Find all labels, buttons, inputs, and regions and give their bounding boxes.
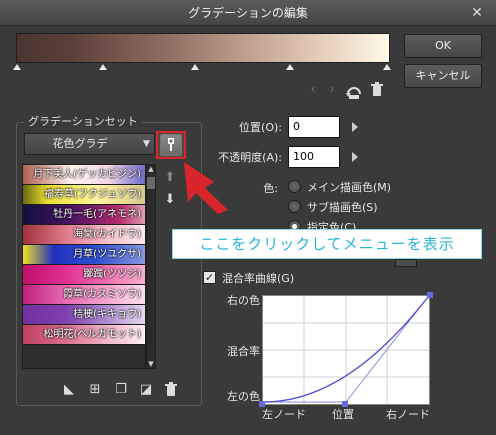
blend-curve-graph[interactable] (262, 295, 430, 405)
gradient-stop-marker[interactable] (13, 64, 21, 70)
reverse-gradient-icon[interactable] (345, 82, 363, 100)
gradient-preview[interactable] (16, 33, 390, 63)
gradient-stop-marker[interactable] (383, 64, 391, 70)
list-item-label: 桔梗(キキョウ) (73, 309, 141, 320)
opacity-field[interactable]: 100 (288, 146, 340, 168)
list-item[interactable]: 月草(ツユクサ) (23, 245, 145, 265)
curve-mid-label: 混合率 (227, 345, 260, 358)
wrench-icon[interactable] (160, 134, 182, 156)
trash-icon[interactable] (164, 382, 178, 398)
scrollbar-thumb[interactable] (147, 177, 155, 189)
list-item-label: 月草(ツユクサ) (73, 249, 141, 260)
gradient-list[interactable]: 月下美人(ゲッカビジン) 福寿草(フクジュソウ) 牡丹一毛(アネモネ) 海棠(カ… (22, 164, 146, 369)
blend-curve-checkbox[interactable]: ✓ (203, 271, 216, 284)
position-label: 位置(O): (239, 121, 282, 134)
scroll-up-icon[interactable]: ▲ (147, 165, 155, 173)
opacity-label: 不透明度(A): (218, 151, 282, 164)
curve-x-mid-label: 位置 (332, 408, 354, 421)
list-item-label: 月下美人(ゲッカビジン) (33, 169, 141, 180)
gradient-stop-marker[interactable] (99, 64, 107, 70)
new-set-icon[interactable]: ◪ (138, 382, 154, 398)
gradient-set-selected: 花色グラデ (52, 137, 108, 150)
gradient-stop-marker[interactable] (191, 64, 199, 70)
position-arrow-icon[interactable] (352, 122, 358, 132)
list-item-label: 海棠(カイドウ) (73, 229, 141, 240)
gradient-set-label: グラデーションセット (24, 115, 142, 129)
opacity-arrow-icon[interactable] (352, 152, 358, 162)
ok-button[interactable]: OK (404, 34, 482, 58)
pointer-arrow-icon (184, 162, 228, 214)
color-swatch-edge[interactable] (395, 259, 417, 267)
list-item-label: 牡丹一毛(アネモネ) (53, 209, 141, 220)
list-item-label: 霞草(カスミソウ) (63, 289, 141, 300)
radio-sub-color[interactable] (288, 200, 301, 213)
curve-x-left-label: 左ノード (262, 408, 306, 421)
color-label: 色: (263, 182, 278, 195)
curve-x-right-label: 右ノード (386, 408, 430, 421)
blend-curve-label[interactable]: 混合率曲線(G) (222, 270, 294, 286)
list-item-label: 松明花(ベルガモット) (43, 329, 141, 340)
curve-bottom-label: 左の色 (227, 390, 260, 403)
list-item[interactable]: 牡丹一毛(アネモネ) (23, 205, 145, 225)
move-up-icon[interactable]: ⬆ (161, 170, 179, 186)
list-item[interactable]: 霞草(カスミソウ) (23, 285, 145, 305)
chevron-down-icon: ▼ (143, 139, 150, 149)
radio-main-color[interactable] (288, 180, 301, 193)
list-item[interactable]: 松明花(ベルガモット) (23, 325, 145, 345)
chevron-left-icon[interactable]: ‹ (306, 82, 320, 96)
scroll-down-icon[interactable]: ▼ (147, 360, 155, 368)
add-gradient-icon[interactable]: ◣ (61, 382, 77, 398)
move-down-icon[interactable]: ⬇ (161, 192, 179, 208)
list-item[interactable]: 福寿草(フクジュソウ) (23, 185, 145, 205)
list-item[interactable]: 月下美人(ゲッカビジン) (23, 165, 145, 185)
duplicate-icon[interactable]: ❐ (113, 382, 129, 398)
curve-top-label: 右の色 (227, 294, 260, 307)
annotation-callout: ここをクリックしてメニューを表示 (172, 229, 482, 259)
list-item-label: 福寿草(フクジュソウ) (43, 189, 141, 200)
list-item[interactable]: 海棠(カイドウ) (23, 225, 145, 245)
close-button[interactable]: ✕ (466, 3, 488, 23)
trash-icon[interactable] (370, 82, 384, 98)
import-icon[interactable]: ⊞ (87, 382, 103, 398)
main-color-option-label[interactable]: メイン描画色(M) (307, 179, 391, 195)
list-item[interactable]: 桔梗(キキョウ) (23, 305, 145, 325)
chevron-right-icon[interactable]: › (325, 82, 339, 96)
gradient-stop-marker[interactable] (286, 64, 294, 70)
list-scrollbar[interactable] (146, 164, 156, 369)
window-title: グラデーションの編集 (188, 6, 308, 20)
list-item[interactable]: 躑躅(ツツジ) (23, 265, 145, 285)
cancel-button[interactable]: キャンセル (404, 64, 482, 88)
position-field[interactable]: 0 (288, 116, 340, 138)
sub-color-option-label[interactable]: サブ描画色(S) (307, 199, 378, 215)
list-item-label: 躑躅(ツツジ) (83, 269, 141, 280)
curve-node-right[interactable] (427, 292, 433, 298)
